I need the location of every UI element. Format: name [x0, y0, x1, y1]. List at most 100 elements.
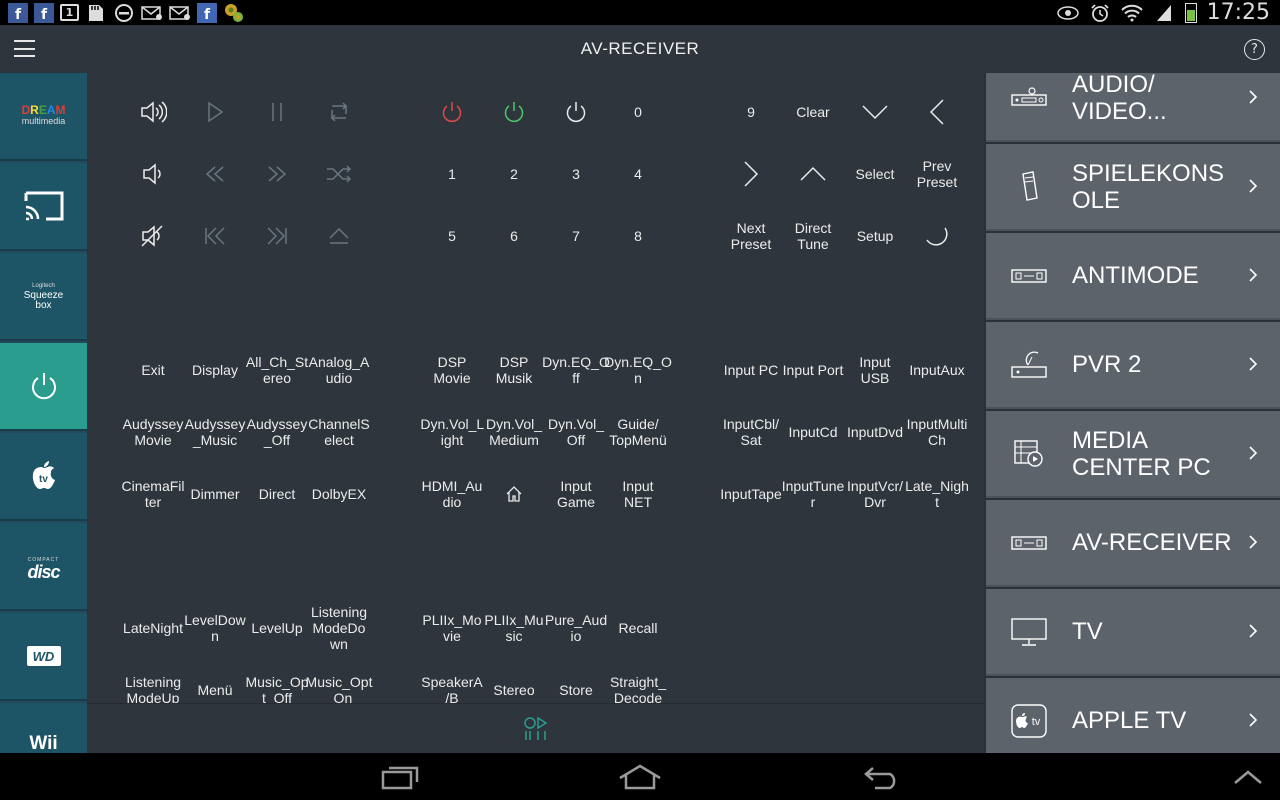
key-6-button[interactable]: 6 — [483, 211, 545, 261]
rewind-button[interactable] — [184, 149, 246, 199]
device-item-media-center-pc[interactable]: MEDIA CENTER PC — [986, 411, 1280, 498]
input-port-button[interactable]: Input Port — [782, 345, 844, 395]
direct-button[interactable]: Direct — [246, 469, 308, 519]
analog-audio-button[interactable]: Analog_A udio — [308, 345, 370, 395]
device-item-audio-video[interactable]: AUDIO/ VIDEO... — [986, 73, 1280, 142]
volume-down-button[interactable] — [122, 149, 184, 199]
straight-decode-button[interactable]: Straight_ Decode — [607, 665, 669, 703]
back-button[interactable] — [906, 211, 968, 261]
exit-button[interactable]: Exit — [122, 345, 184, 395]
pure-audio-button[interactable]: Pure_Aud io — [545, 603, 607, 653]
sidebar-item-wii[interactable]: Wii — [0, 703, 87, 753]
input-net-button[interactable]: Input NET — [607, 469, 669, 519]
key-7-button[interactable]: 7 — [545, 211, 607, 261]
key-0-button[interactable]: 0 — [607, 87, 669, 137]
recall-button[interactable]: Recall — [607, 603, 669, 653]
late-night-button[interactable]: Late_Nigh t — [905, 469, 969, 519]
level-down-button[interactable]: LevelDow n — [184, 603, 246, 653]
direct-tune-button[interactable]: Direct Tune — [782, 211, 844, 261]
music-opt-on-button[interactable]: Music_Opt _On — [306, 665, 373, 703]
all-ch-stereo-button[interactable]: All_Ch_St ereo — [246, 345, 308, 395]
power-toggle-button[interactable] — [545, 87, 607, 137]
pliix-music-button[interactable]: PLIIx_Mu sic — [483, 603, 545, 653]
fast-forward-button[interactable] — [246, 149, 308, 199]
sidebar-item-squeezebox[interactable]: Logitech Squeeze box — [0, 253, 87, 341]
next-preset-button[interactable]: Next Preset — [720, 211, 782, 261]
device-item-spielekonsole[interactable]: SPIELEKONS OLE — [986, 144, 1280, 231]
store-button[interactable]: Store — [545, 665, 607, 703]
sidebar-item-compact-disc[interactable]: COMPACT disc — [0, 523, 87, 611]
hdmi-audio-button[interactable]: HDMI_Au dio — [421, 469, 483, 519]
sidebar-item-wd[interactable]: WD — [0, 613, 87, 701]
expand-nav-button[interactable] — [1222, 761, 1274, 793]
dyn-eq-off-button[interactable]: Dyn.EQ_O ff — [542, 345, 610, 395]
dsp-musik-button[interactable]: DSP Musik — [483, 345, 545, 395]
speaker-ab-button[interactable]: SpeakerA /B — [421, 665, 483, 703]
channel-select-button[interactable]: ChannelS elect — [308, 407, 370, 457]
dsp-movie-button[interactable]: DSP Movie — [421, 345, 483, 395]
home-nav-button[interactable] — [610, 761, 670, 793]
input-multi-ch-button[interactable]: InputMulti Ch — [906, 407, 968, 457]
music-opt-off-button[interactable]: Music_Op t_Off — [245, 665, 308, 703]
pliix-movie-button[interactable]: PLIIx_Mo vie — [421, 603, 483, 653]
dyn-eq-on-button[interactable]: Dyn.EQ_O n — [604, 345, 672, 395]
right-button[interactable] — [720, 149, 782, 199]
setup-button[interactable]: Setup — [844, 211, 906, 261]
key-4-button[interactable]: 4 — [607, 149, 669, 199]
device-item-antimode[interactable]: ANTIMODE — [986, 233, 1280, 320]
key-3-button[interactable]: 3 — [545, 149, 607, 199]
sidebar-item-power[interactable] — [0, 343, 87, 431]
input-cbl-sat-button[interactable]: InputCbl/ Sat — [720, 407, 782, 457]
key-8-button[interactable]: 8 — [607, 211, 669, 261]
select-button[interactable]: Select — [844, 149, 906, 199]
key-5-button[interactable]: 5 — [421, 211, 483, 261]
latenight-button[interactable]: LateNight — [122, 603, 184, 653]
next-track-button[interactable] — [246, 211, 308, 261]
input-vcr-dvr-button[interactable]: InputVcr/ Dvr — [844, 469, 906, 519]
input-cd-button[interactable]: InputCd — [782, 407, 844, 457]
dimmer-button[interactable]: Dimmer — [184, 469, 246, 519]
sidebar-item-dream-multimedia[interactable]: DREAM multimedia — [0, 73, 87, 161]
device-item-tv[interactable]: TV — [986, 589, 1280, 676]
audyssey-off-button[interactable]: Audyssey _Off — [246, 407, 308, 457]
device-item-apple-tv[interactable]: tv APPLE TV — [986, 678, 1280, 753]
dyn-vol-off-button[interactable]: Dyn.Vol_ Off — [545, 407, 607, 457]
dyn-vol-light-button[interactable]: Dyn.Vol_L ight — [420, 407, 484, 457]
key-2-button[interactable]: 2 — [483, 149, 545, 199]
eject-button[interactable] — [308, 211, 370, 261]
audyssey-music-button[interactable]: Audyssey _Music — [184, 407, 246, 457]
pause-button[interactable] — [246, 87, 308, 137]
repeat-button[interactable] — [308, 87, 370, 137]
clear-button[interactable]: Clear — [782, 87, 844, 137]
listening-mode-up-button[interactable]: Listening ModeUp — [122, 665, 184, 703]
shuffle-button[interactable] — [308, 149, 370, 199]
device-item-pvr-2[interactable]: PVR 2 — [986, 322, 1280, 409]
dyn-vol-medium-button[interactable]: Dyn.Vol_ Medium — [483, 407, 545, 457]
input-tuner-button[interactable]: InputTune r — [782, 469, 845, 519]
cinema-filter-button[interactable]: CinemaFil ter — [122, 469, 185, 519]
sidebar-item-cast[interactable] — [0, 163, 87, 251]
home-button[interactable] — [483, 469, 545, 519]
input-pc-button[interactable]: Input PC — [720, 345, 782, 395]
dolby-ex-button[interactable]: DolbyEX — [308, 469, 370, 519]
input-tape-button[interactable]: InputTape — [720, 469, 782, 519]
input-game-button[interactable]: Input Game — [545, 469, 607, 519]
media-controls-icon[interactable] — [523, 716, 549, 742]
left-button[interactable] — [906, 87, 968, 137]
guide-topmenu-button[interactable]: Guide/ TopMenü — [607, 407, 669, 457]
input-dvd-button[interactable]: InputDvd — [844, 407, 906, 457]
device-item-av-receiver[interactable]: AV-RECEIVER — [986, 500, 1280, 587]
display-button[interactable]: Display — [184, 345, 246, 395]
menu-button[interactable]: Menü — [184, 665, 246, 703]
mute-button[interactable] — [122, 211, 184, 261]
key-1-button[interactable]: 1 — [421, 149, 483, 199]
input-usb-button[interactable]: Input USB — [844, 345, 906, 395]
power-off-button[interactable] — [421, 87, 483, 137]
sidebar-item-apple-tv[interactable]: tv — [0, 433, 87, 521]
prev-preset-button[interactable]: Prev Preset — [906, 149, 968, 199]
volume-up-button[interactable] — [122, 87, 184, 137]
stereo-button[interactable]: Stereo — [483, 665, 545, 703]
listening-mode-down-button[interactable]: Listening ModeDo wn — [308, 603, 370, 653]
recent-apps-button[interactable] — [370, 761, 430, 793]
menu-icon[interactable] — [14, 40, 35, 57]
